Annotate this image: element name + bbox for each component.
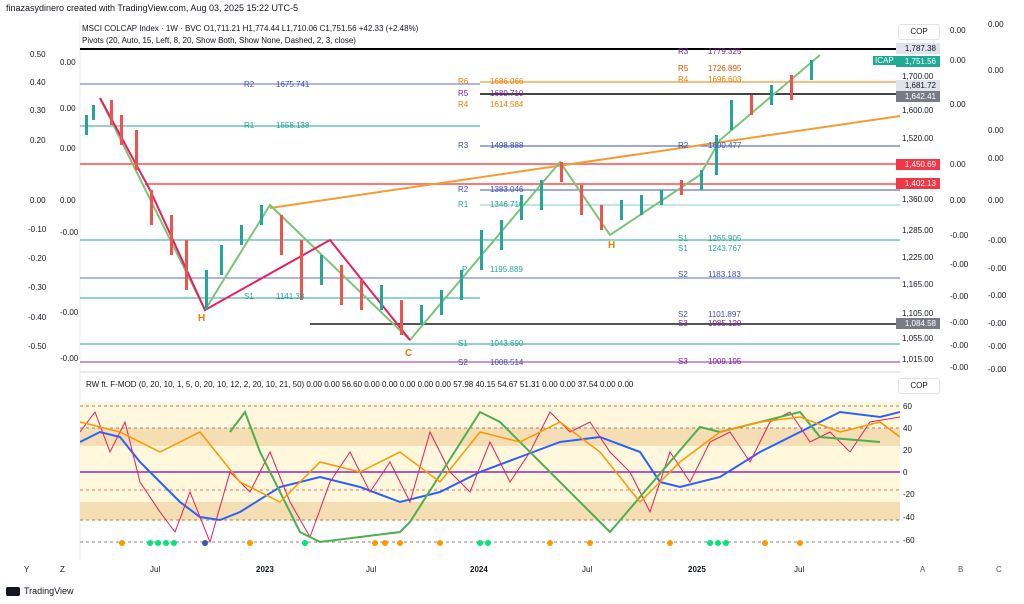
icap-tag: ICAP [873,56,896,65]
currency-button-2[interactable]: COP [898,378,940,394]
footer: TradingView [6,586,74,596]
price-tag-pivot: 1,681.72 [896,80,940,91]
auto-scale-button[interactable]: A [920,565,925,574]
oscillator-panel[interactable] [80,392,900,560]
settings-button[interactable]: C [996,565,1002,574]
oscillator-legend[interactable]: RW ft. F-MOD (0, 20, 10, 1, 5, 0, 20, 10… [86,380,633,389]
price-tag-low: 1,084.58 [896,318,940,329]
price-tag-high: 1,787.38 [896,43,940,54]
price-tag-red1: 1,450.69 [896,159,940,170]
pattern-label-h1: H [198,313,206,324]
tradingview-logo-icon [6,586,20,596]
currency-button[interactable]: COP [898,24,940,40]
price-tag-red2: 1,402.13 [896,178,940,189]
pattern-label-c: C [405,348,413,359]
log-scale-button[interactable]: B [958,565,963,574]
signal-dots [119,540,803,546]
price-tag-last: 1,751.56 [896,56,940,67]
footer-text: TradingView [24,586,74,596]
pattern-label-h2: H [608,240,616,251]
price-tag-gray: 1,642.41 [896,91,940,102]
